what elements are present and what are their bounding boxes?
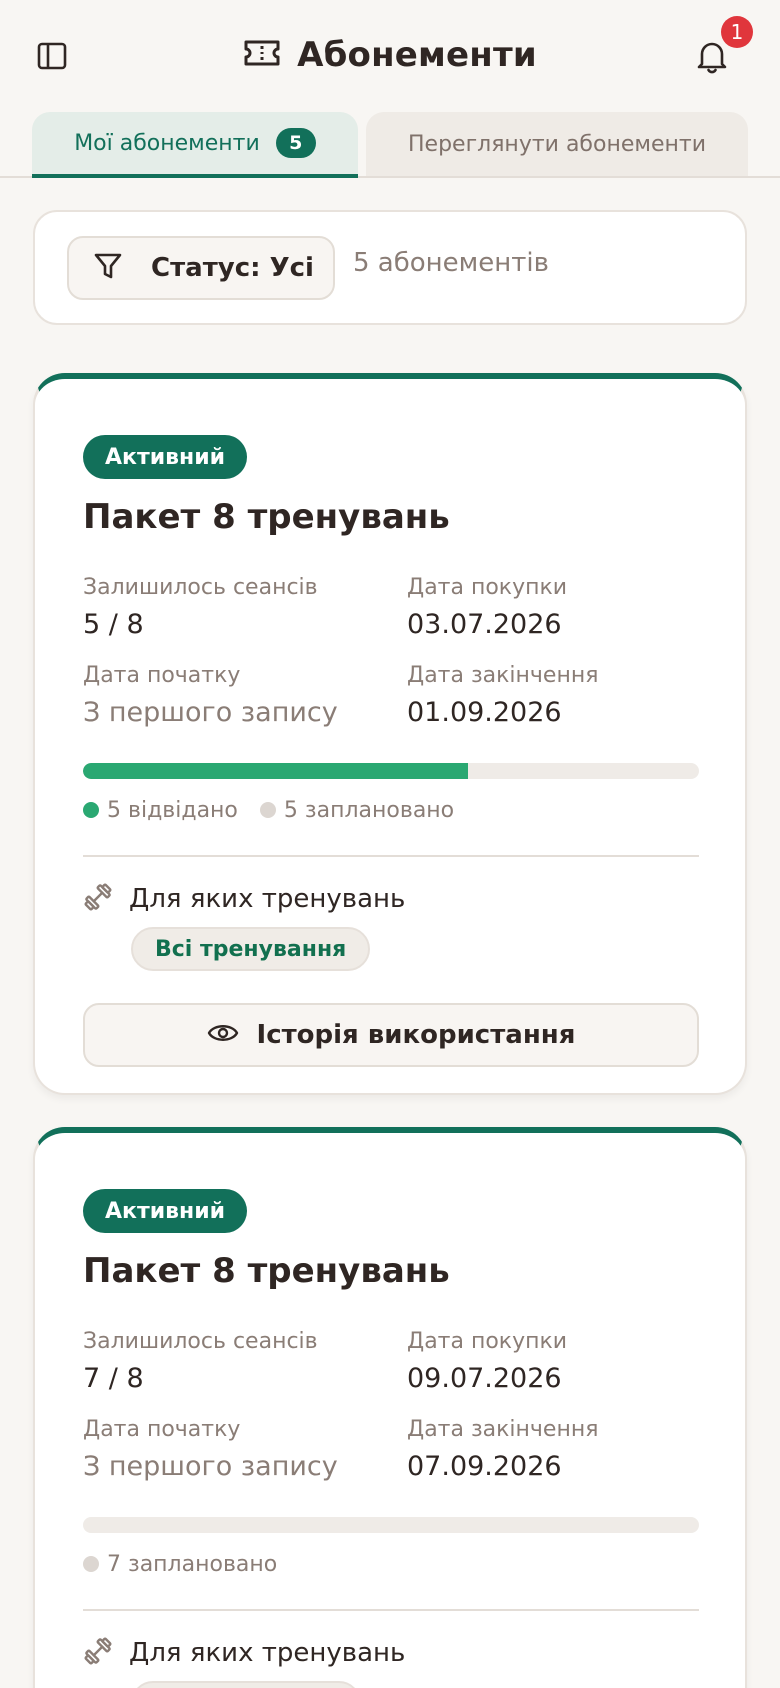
tab-browse-subscriptions[interactable]: Переглянути абонементи bbox=[366, 112, 748, 176]
dumbbell-icon bbox=[83, 1636, 113, 1670]
end-date-label: Дата закінчення bbox=[407, 1417, 599, 1442]
purchase-date-label: Дата покупки bbox=[407, 1329, 568, 1354]
start-date-label: Дата початку bbox=[83, 663, 241, 688]
bell-icon[interactable] bbox=[696, 38, 728, 74]
purchase-date-label: Дата покупки bbox=[407, 575, 568, 600]
tab-label: Мої абонементи bbox=[74, 130, 260, 156]
page-title: Абонементи bbox=[297, 35, 537, 75]
end-date-label: Дата закінчення bbox=[407, 663, 599, 688]
sessions-progress-bar bbox=[83, 763, 699, 779]
remaining-value: 7 / 8 bbox=[83, 1363, 144, 1394]
purchase-date-value: 03.07.2026 bbox=[407, 609, 562, 640]
planned-text: 5 заплановано bbox=[283, 797, 455, 823]
filter-icon bbox=[93, 251, 123, 285]
end-date-value: 07.09.2026 bbox=[407, 1451, 562, 1482]
tab-label: Переглянути абонементи bbox=[408, 131, 706, 157]
title-area: Абонементи bbox=[0, 30, 780, 80]
start-date-value: З першого запису bbox=[83, 697, 338, 728]
trainings-chip: Всі тренування bbox=[131, 927, 371, 971]
filter-label: Статус: Усі bbox=[151, 253, 314, 283]
divider bbox=[83, 855, 699, 857]
card-title: Пакет 8 тренувань bbox=[83, 497, 450, 537]
for-trainings-label: Для яких тренувань bbox=[129, 884, 406, 914]
progress-fill bbox=[83, 763, 468, 779]
remaining-label: Залишилось сеансів bbox=[83, 1329, 318, 1354]
app-header: Абонементи 1 bbox=[0, 0, 780, 110]
planned-dot-icon bbox=[83, 1556, 99, 1572]
for-trainings-row: Для яких тренувань bbox=[83, 1635, 405, 1671]
start-date-label: Дата початку bbox=[83, 1417, 241, 1442]
usage-history-label: Історія використання bbox=[256, 1020, 576, 1050]
for-trainings-row: Для яких тренувань bbox=[83, 881, 405, 917]
dumbbell-icon bbox=[83, 882, 113, 916]
ticket-icon bbox=[243, 38, 281, 72]
tab-count-badge: 5 bbox=[275, 128, 316, 158]
divider bbox=[83, 1609, 699, 1611]
progress-legend: 5 відвідано 5 заплановано bbox=[83, 795, 454, 825]
tab-bar: Мої абонементи 5 Переглянути абонементи bbox=[0, 112, 780, 178]
status-badge: Активний bbox=[83, 435, 248, 479]
planned-dot-icon bbox=[259, 802, 276, 818]
planned-text: 7 заплановано bbox=[107, 1551, 278, 1577]
visited-dot-icon bbox=[83, 802, 99, 818]
status-badge: Активний bbox=[83, 1189, 248, 1233]
usage-history-button[interactable]: Історія використання bbox=[83, 1003, 699, 1067]
legend-visited: 5 відвідано bbox=[83, 798, 238, 823]
subscription-card: Активний Пакет 8 тренувань Залишилось се… bbox=[33, 373, 747, 1095]
status-filter-button[interactable]: Статус: Усі bbox=[67, 236, 335, 300]
remaining-label: Залишилось сеансів bbox=[83, 575, 318, 600]
notification-badge: 1 bbox=[721, 16, 753, 48]
for-trainings-label: Для яких тренувань bbox=[129, 1638, 406, 1668]
purchase-date-value: 09.07.2026 bbox=[407, 1363, 562, 1394]
tab-my-subscriptions[interactable]: Мої абонементи 5 bbox=[32, 112, 358, 178]
remaining-value: 5 / 8 bbox=[83, 609, 144, 640]
visited-text: 5 відвідано bbox=[107, 797, 238, 823]
sessions-progress-bar bbox=[83, 1517, 699, 1533]
trainings-chip bbox=[131, 1681, 361, 1688]
legend-planned: 5 заплановано bbox=[259, 797, 455, 823]
end-date-value: 01.09.2026 bbox=[407, 697, 562, 728]
progress-legend: 7 заплановано bbox=[83, 1549, 277, 1579]
legend-planned: 7 заплановано bbox=[83, 1552, 277, 1577]
eye-icon bbox=[207, 1021, 239, 1049]
subscription-count: 5 абонементів bbox=[353, 248, 549, 278]
filter-bar: Статус: Усі 5 абонементів bbox=[33, 210, 747, 325]
card-title: Пакет 8 тренувань bbox=[83, 1251, 450, 1291]
start-date-value: З першого запису bbox=[83, 1451, 338, 1482]
subscription-card: Активний Пакет 8 тренувань Залишилось се… bbox=[33, 1127, 747, 1688]
